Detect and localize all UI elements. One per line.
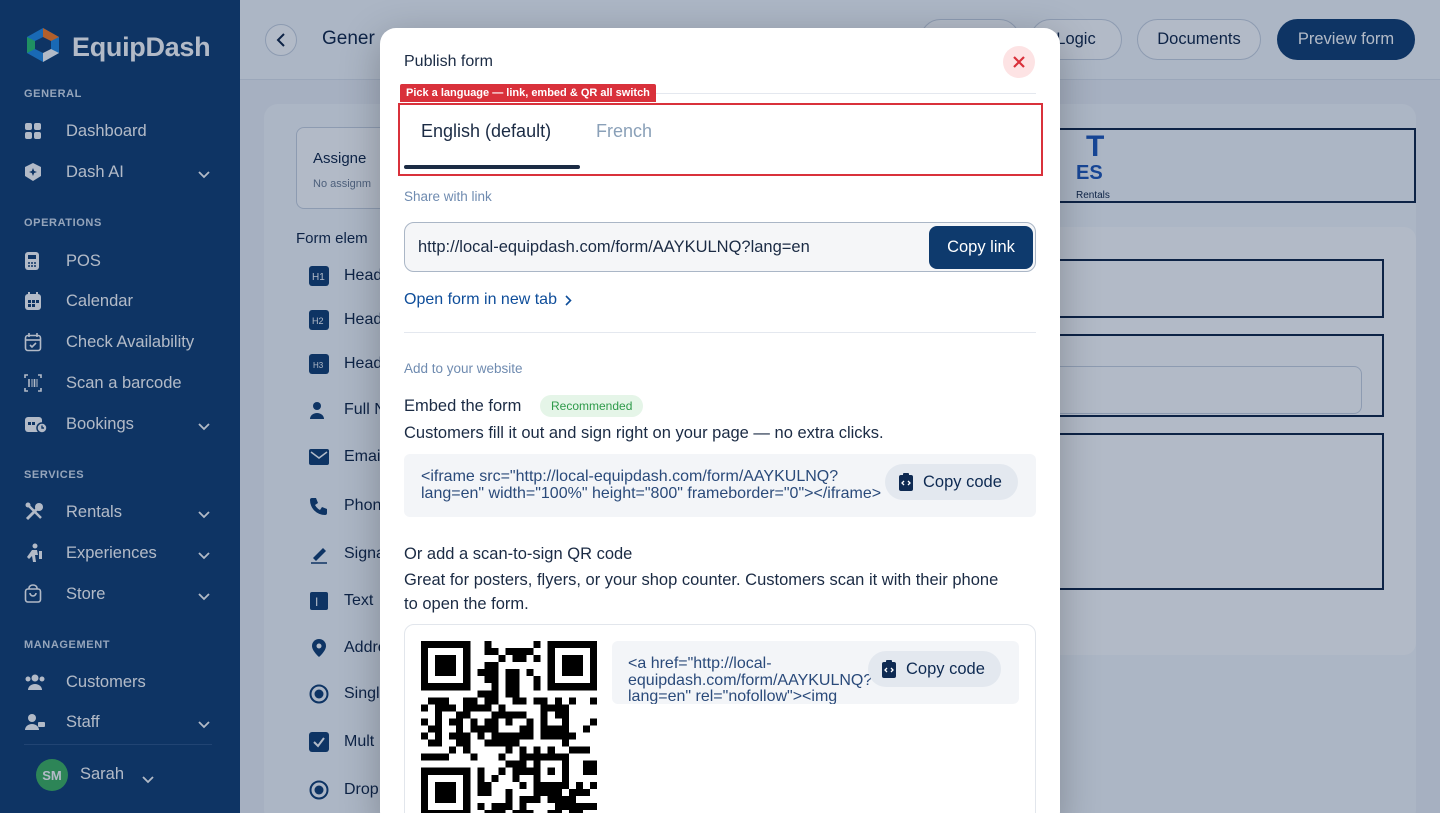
embed-code[interactable]: <iframe src="http://local-equipdash.com/… <box>421 468 891 502</box>
copy-qr-code-button[interactable]: Copy code <box>868 651 1001 687</box>
tab-french[interactable]: French <box>596 121 652 142</box>
embed-heading: Embed the form <box>404 397 522 415</box>
copy-code-label: Copy code <box>906 659 985 678</box>
clipboard-code-icon <box>899 473 913 491</box>
publish-form-modal: Publish form Pick a language — link, emb… <box>380 28 1060 813</box>
qr-code-image[interactable] <box>421 641 597 813</box>
open-form-new-tab-link[interactable]: Open form in new tab <box>404 291 572 309</box>
qr-code-snippet-box[interactable]: <a href="http://local-equipdash.com/form… <box>612 641 1019 704</box>
copy-link-button[interactable]: Copy link <box>929 226 1033 269</box>
qr-description: Great for posters, flyers, or your shop … <box>404 571 999 613</box>
close-icon <box>1013 56 1025 68</box>
copy-embed-code-button[interactable]: Copy code <box>885 464 1018 500</box>
embed-code-box[interactable]: <iframe src="http://local-equipdash.com/… <box>404 454 1036 517</box>
active-tab-indicator <box>404 165 580 169</box>
qr-heading: Or add a scan-to-sign QR code <box>404 545 633 563</box>
recommended-badge: Recommended <box>540 395 644 417</box>
close-button[interactable] <box>1003 46 1035 78</box>
website-label: Add to your website <box>404 361 523 376</box>
clipboard-code-icon <box>882 660 896 678</box>
modal-title: Publish form <box>404 53 493 70</box>
qr-code-snippet[interactable]: <a href="http://local-equipdash.com/form… <box>628 655 878 704</box>
chevron-right-icon <box>565 294 572 306</box>
divider <box>404 332 1036 333</box>
share-link-url[interactable]: http://local-equipdash.com/form/AAYKULNQ… <box>418 238 810 257</box>
tab-english[interactable]: English (default) <box>421 121 551 142</box>
embed-description: Customers fill it out and sign right on … <box>404 424 884 442</box>
qr-card: <a href="http://local-equipdash.com/form… <box>404 624 1036 813</box>
copy-code-label: Copy code <box>923 472 1002 491</box>
language-hint-badge: Pick a language — link, embed & QR all s… <box>400 84 656 102</box>
share-link-field[interactable]: http://local-equipdash.com/form/AAYKULNQ… <box>404 222 1036 272</box>
share-label: Share with link <box>404 189 492 204</box>
open-link-label: Open form in new tab <box>404 291 557 308</box>
